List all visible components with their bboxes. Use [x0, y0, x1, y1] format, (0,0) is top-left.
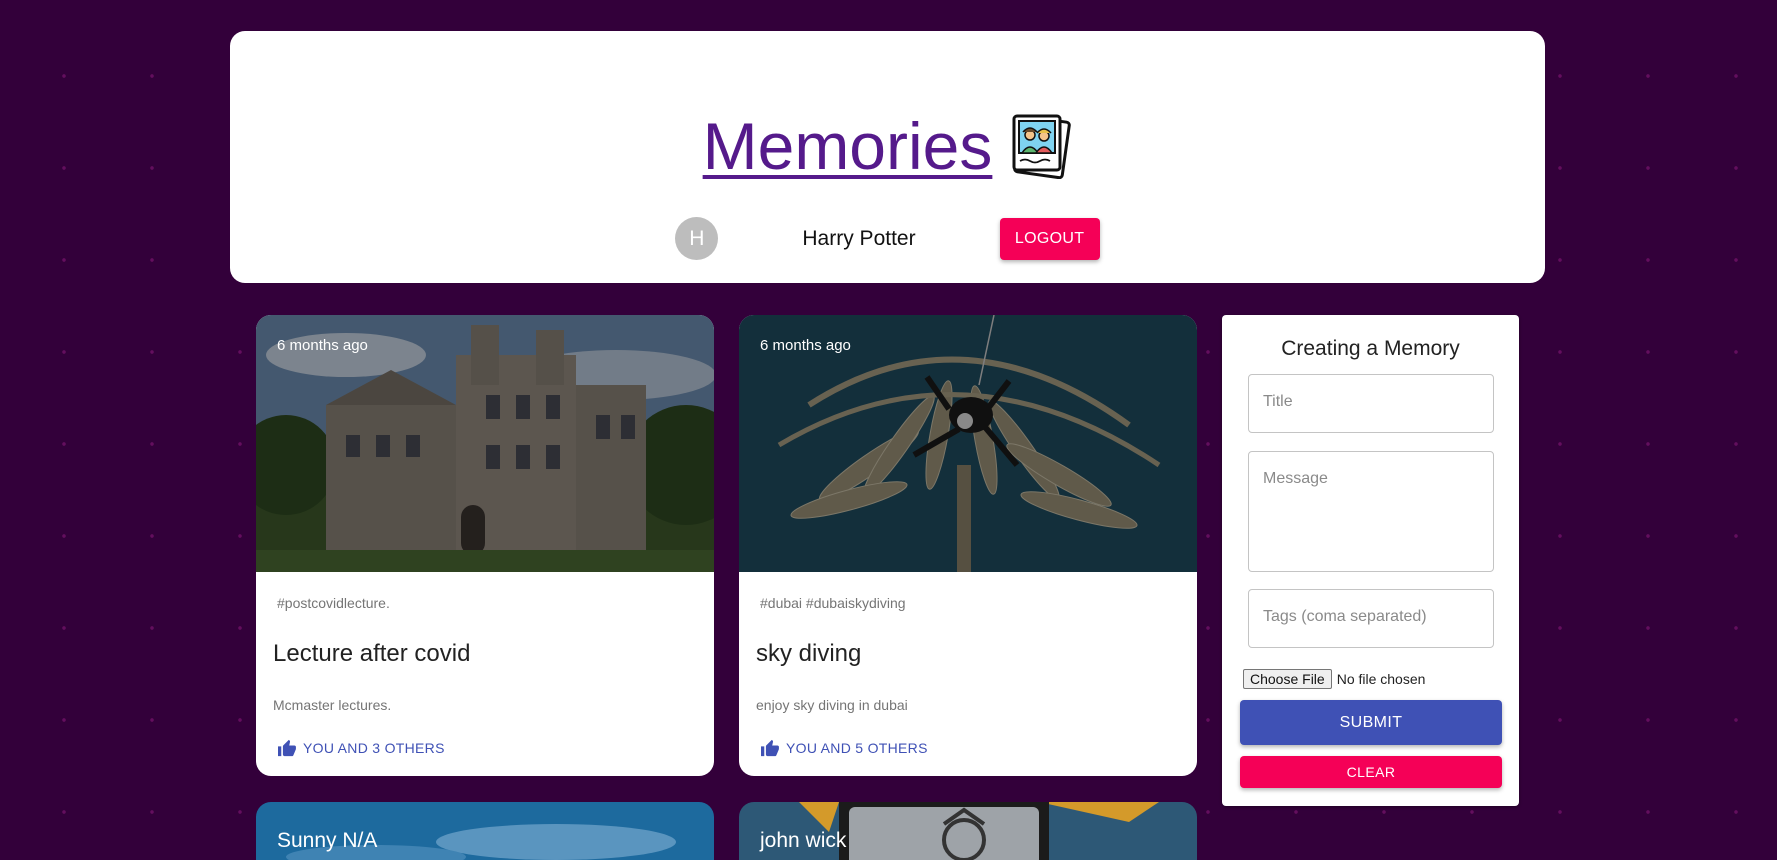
form-heading: Creating a Memory	[1281, 337, 1460, 360]
logout-button[interactable]: LOGOUT	[999, 217, 1100, 260]
post-time: 6 months ago	[277, 337, 368, 354]
like-button[interactable]: YOU AND 3 OTHERS	[277, 739, 445, 757]
post-time: 6 months ago	[760, 337, 851, 354]
title-input[interactable]: Title	[1248, 374, 1494, 433]
post-card[interactable]: Sunny N/A	[256, 802, 714, 860]
choose-file-button[interactable]: Choose File	[1243, 669, 1332, 689]
avatar[interactable]: H	[675, 217, 719, 260]
file-status: No file chosen	[1336, 671, 1426, 687]
app-bar: Memories H Harry Potter LOGOUT	[230, 31, 1545, 283]
post-tags: #postcovidlecture.	[277, 595, 390, 611]
post-tags: #dubai #dubaiskydiving	[760, 595, 906, 611]
post-title: sky diving	[756, 640, 862, 667]
post-image-university[interactable]: 6 months ago	[256, 315, 714, 572]
post-card[interactable]: john wick	[739, 802, 1197, 860]
post-title: john wick	[760, 829, 847, 852]
user-toolbar: H Harry Potter LOGOUT	[230, 217, 1545, 260]
post-image-skydiving[interactable]: 6 months ago	[739, 315, 1197, 572]
thumb-up-icon	[761, 739, 779, 757]
create-memory-form: Creating a Memory Title Message Tags (co…	[1222, 315, 1519, 806]
user-name: Harry Potter	[802, 226, 916, 250]
like-count: YOU AND 3 OTHERS	[303, 740, 445, 756]
post-card[interactable]: 6 months ago #dubai #dubaiskydiving sky …	[739, 315, 1197, 776]
clear-button[interactable]: CLEAR	[1240, 756, 1502, 788]
post-message: enjoy sky diving in dubai	[756, 697, 908, 713]
tags-input[interactable]: Tags (coma separated)	[1248, 589, 1494, 648]
thumb-up-icon	[278, 739, 296, 757]
memories-photo-icon	[1012, 114, 1072, 179]
memories-title-link[interactable]: Memories	[703, 113, 993, 179]
post-title: Sunny N/A	[277, 829, 378, 852]
file-input: Choose File No file chosen	[1243, 669, 1425, 689]
brand: Memories	[230, 113, 1545, 179]
like-count: YOU AND 5 OTHERS	[786, 740, 928, 756]
post-card[interactable]: 6 months ago #postcovidlecture. Lecture …	[256, 315, 714, 776]
post-title: Lecture after covid	[273, 640, 471, 667]
message-input[interactable]: Message	[1248, 451, 1494, 572]
post-message: Mcmaster lectures.	[273, 697, 392, 713]
like-button[interactable]: YOU AND 5 OTHERS	[760, 739, 928, 757]
submit-button[interactable]: SUBMIT	[1240, 700, 1502, 745]
